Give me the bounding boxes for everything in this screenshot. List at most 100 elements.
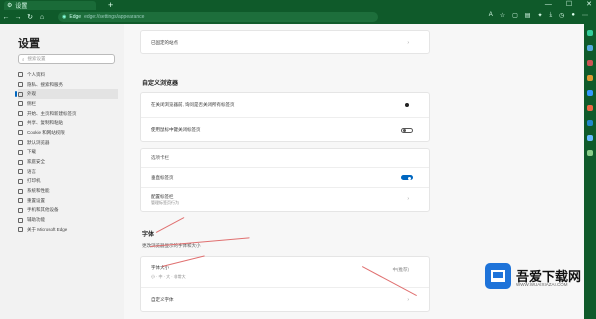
- read-aloud-icon[interactable]: A: [489, 12, 493, 19]
- tab-title: 设置: [15, 4, 28, 10]
- palette-icon: [18, 91, 23, 97]
- share-icon: [18, 120, 23, 126]
- new-tab-button[interactable]: +: [108, 0, 113, 10]
- vertical-tabs-label: 垂直标签页: [151, 174, 174, 180]
- sidebar-icon: [18, 101, 23, 107]
- sidebar-item-sidebar[interactable]: 侧栏: [18, 99, 118, 109]
- accessibility-icon: [18, 217, 23, 223]
- watermark: 吾爱下载网 WWW.WUAIXIAZAI.COM: [476, 256, 586, 300]
- custom-fonts-row[interactable]: 自定义字体 ›: [141, 287, 429, 312]
- sidebar-item-phone[interactable]: 手机和其他设备: [18, 206, 118, 216]
- favorite-icon[interactable]: ☆: [500, 12, 505, 19]
- cookie-icon: [18, 130, 23, 136]
- address-bar-row: ← → ↻ ⌂ ◉ Edge edge://settings/appearanc…: [0, 10, 596, 24]
- outlook-icon[interactable]: [587, 120, 593, 126]
- shopping-icon[interactable]: [587, 60, 593, 66]
- toolbar-icons: A ☆ ▢ ▤ ✦ ⤓ ◷ ● ⋯: [489, 12, 588, 19]
- font-size-scale: 小 · 中 · 大 · 非常大: [151, 273, 186, 279]
- phone-icon: [18, 207, 23, 213]
- settings-icon: ⚙: [7, 3, 13, 9]
- games-icon[interactable]: [587, 90, 593, 96]
- maximize-button[interactable]: ☐: [566, 0, 572, 10]
- family-icon: [18, 159, 23, 165]
- configure-tabs-row[interactable]: 配置标签栏 管理标签页行为 ›: [141, 187, 429, 212]
- office-icon[interactable]: [587, 105, 593, 111]
- sidebar-item-downloads[interactable]: 下载: [18, 148, 118, 158]
- tools-icon[interactable]: [587, 75, 593, 81]
- extensions-icon[interactable]: ✦: [537, 12, 542, 19]
- sidebar-item-appearance[interactable]: 外观: [15, 89, 118, 100]
- sidebar-item-system[interactable]: 系统和性能: [18, 186, 118, 196]
- sidebar-item-label: 开始、主页和新建标签页: [27, 110, 77, 116]
- middle-click-label: 使用鼠标中键关闭标签页: [151, 127, 201, 132]
- collections-icon[interactable]: ▤: [525, 12, 531, 19]
- sidebar-item-accessibility[interactable]: 辅助功能: [18, 215, 118, 225]
- sidebar-item-start[interactable]: 开始、主页和新建标签页: [18, 109, 118, 119]
- fonts-title: 字体: [142, 232, 155, 238]
- sidebar-item-cookies[interactable]: Cookie 和网站权限: [18, 128, 118, 138]
- sidebar-item-languages[interactable]: 语言: [18, 167, 118, 177]
- edge-icon: [18, 227, 23, 233]
- sidebar-item-reset[interactable]: 重置设置: [18, 196, 118, 206]
- copilot-icon[interactable]: [587, 45, 593, 51]
- vertical-tabs-row[interactable]: 垂直标签页: [141, 167, 429, 187]
- font-size-row[interactable]: 字体大小 小 · 中 · 大 · 非常大 中(推荐): [141, 257, 429, 287]
- language-icon: [18, 169, 23, 175]
- forward-icon[interactable]: →: [12, 14, 24, 21]
- sidebar-item-privacy[interactable]: 隐私、搜索和服务: [18, 80, 118, 90]
- tab-bar-title-row: 选项卡栏: [141, 149, 429, 167]
- drop-icon[interactable]: [587, 135, 593, 141]
- minimize-button[interactable]: —: [545, 0, 552, 10]
- close-button[interactable]: ✕: [586, 0, 592, 10]
- close-tabs-prompt-row[interactable]: 在关闭浏览器前, 询问是否关闭所有标签页: [141, 93, 429, 117]
- tab-bar-title: 选项卡栏: [151, 155, 169, 160]
- vertical-tabs-toggle[interactable]: [401, 175, 413, 180]
- sidebar-item-label: 家庭安全: [27, 159, 45, 165]
- edge-icon: ◉: [62, 14, 67, 20]
- sidebar-item-printers[interactable]: 打印机: [18, 177, 118, 187]
- sidebar-item-about[interactable]: 关于 Microsoft Edge: [18, 225, 118, 235]
- sidebar-item-label: 下载: [27, 149, 36, 155]
- split-icon[interactable]: ▢: [512, 12, 518, 19]
- sidebar-item-label: 手机和其他设备: [27, 207, 59, 213]
- add-icon[interactable]: [587, 150, 593, 156]
- sidebar-item-label: 侧栏: [27, 100, 36, 106]
- sidebar-item-label: 打印机: [27, 178, 41, 184]
- chevron-right-icon: ›: [407, 297, 409, 303]
- history-icon[interactable]: ◷: [559, 12, 564, 19]
- watermark-url: WWW.WUAIXIAZAI.COM: [516, 282, 568, 287]
- chevron-right-icon: ›: [407, 40, 409, 46]
- reset-icon: [18, 198, 23, 204]
- downloads-icon[interactable]: ⤓: [549, 12, 552, 19]
- settings-search-input[interactable]: ⌕ 搜索设置: [18, 54, 115, 64]
- browser-tab[interactable]: ⚙ 设置: [4, 1, 96, 10]
- profile-icon[interactable]: ●: [571, 12, 575, 19]
- custom-browser-title: 自定义浏览器: [142, 81, 179, 87]
- url-field[interactable]: ◉ Edge edge://settings/appearance: [58, 12, 378, 22]
- sidebar-item-label: 辅助功能: [27, 217, 45, 223]
- sidebar-item-label: 系统和性能: [27, 188, 50, 194]
- watermark-logo-icon: [485, 263, 511, 289]
- refresh-icon[interactable]: ↻: [24, 13, 36, 21]
- settings-nav-list: 个人资料 隐私、搜索和服务 外观 侧栏 开始、主页和新建标签页 共享、复制和粘贴…: [15, 70, 118, 235]
- printer-icon: [18, 178, 23, 184]
- sidebar-item-family[interactable]: 家庭安全: [18, 157, 118, 167]
- close-tabs-prompt-radio[interactable]: [405, 103, 409, 107]
- font-size-select[interactable]: 中(推荐): [393, 267, 410, 273]
- custom-fonts-label: 自定义字体: [151, 297, 174, 302]
- back-icon[interactable]: ←: [0, 14, 12, 21]
- home-icon[interactable]: ⌂: [36, 14, 48, 21]
- middle-click-row[interactable]: 使用鼠标中键关闭标签页: [141, 117, 429, 142]
- sidebar-item-share[interactable]: 共享、复制和粘贴: [18, 118, 118, 128]
- sidebar-item-profiles[interactable]: 个人资料: [18, 70, 118, 80]
- settings-sidebar: 设置 ⌕ 搜索设置 个人资料 隐私、搜索和服务 外观 侧栏 开始、主页和新建标签…: [0, 24, 124, 319]
- sidebar-item-default-browser[interactable]: 默认浏览器: [18, 138, 118, 148]
- lock-icon: [18, 82, 23, 88]
- middle-click-toggle[interactable]: [401, 127, 413, 133]
- search-icon[interactable]: [587, 30, 593, 36]
- pinned-sites-row[interactable]: 已固定的站点 ›: [141, 31, 429, 55]
- browser-icon: [18, 140, 23, 146]
- more-icon[interactable]: ⋯: [582, 12, 588, 19]
- close-tabs-prompt-label: 在关闭浏览器前, 询问是否关闭所有标签页: [151, 102, 235, 107]
- sidebar-item-label: 关于 Microsoft Edge: [27, 226, 68, 232]
